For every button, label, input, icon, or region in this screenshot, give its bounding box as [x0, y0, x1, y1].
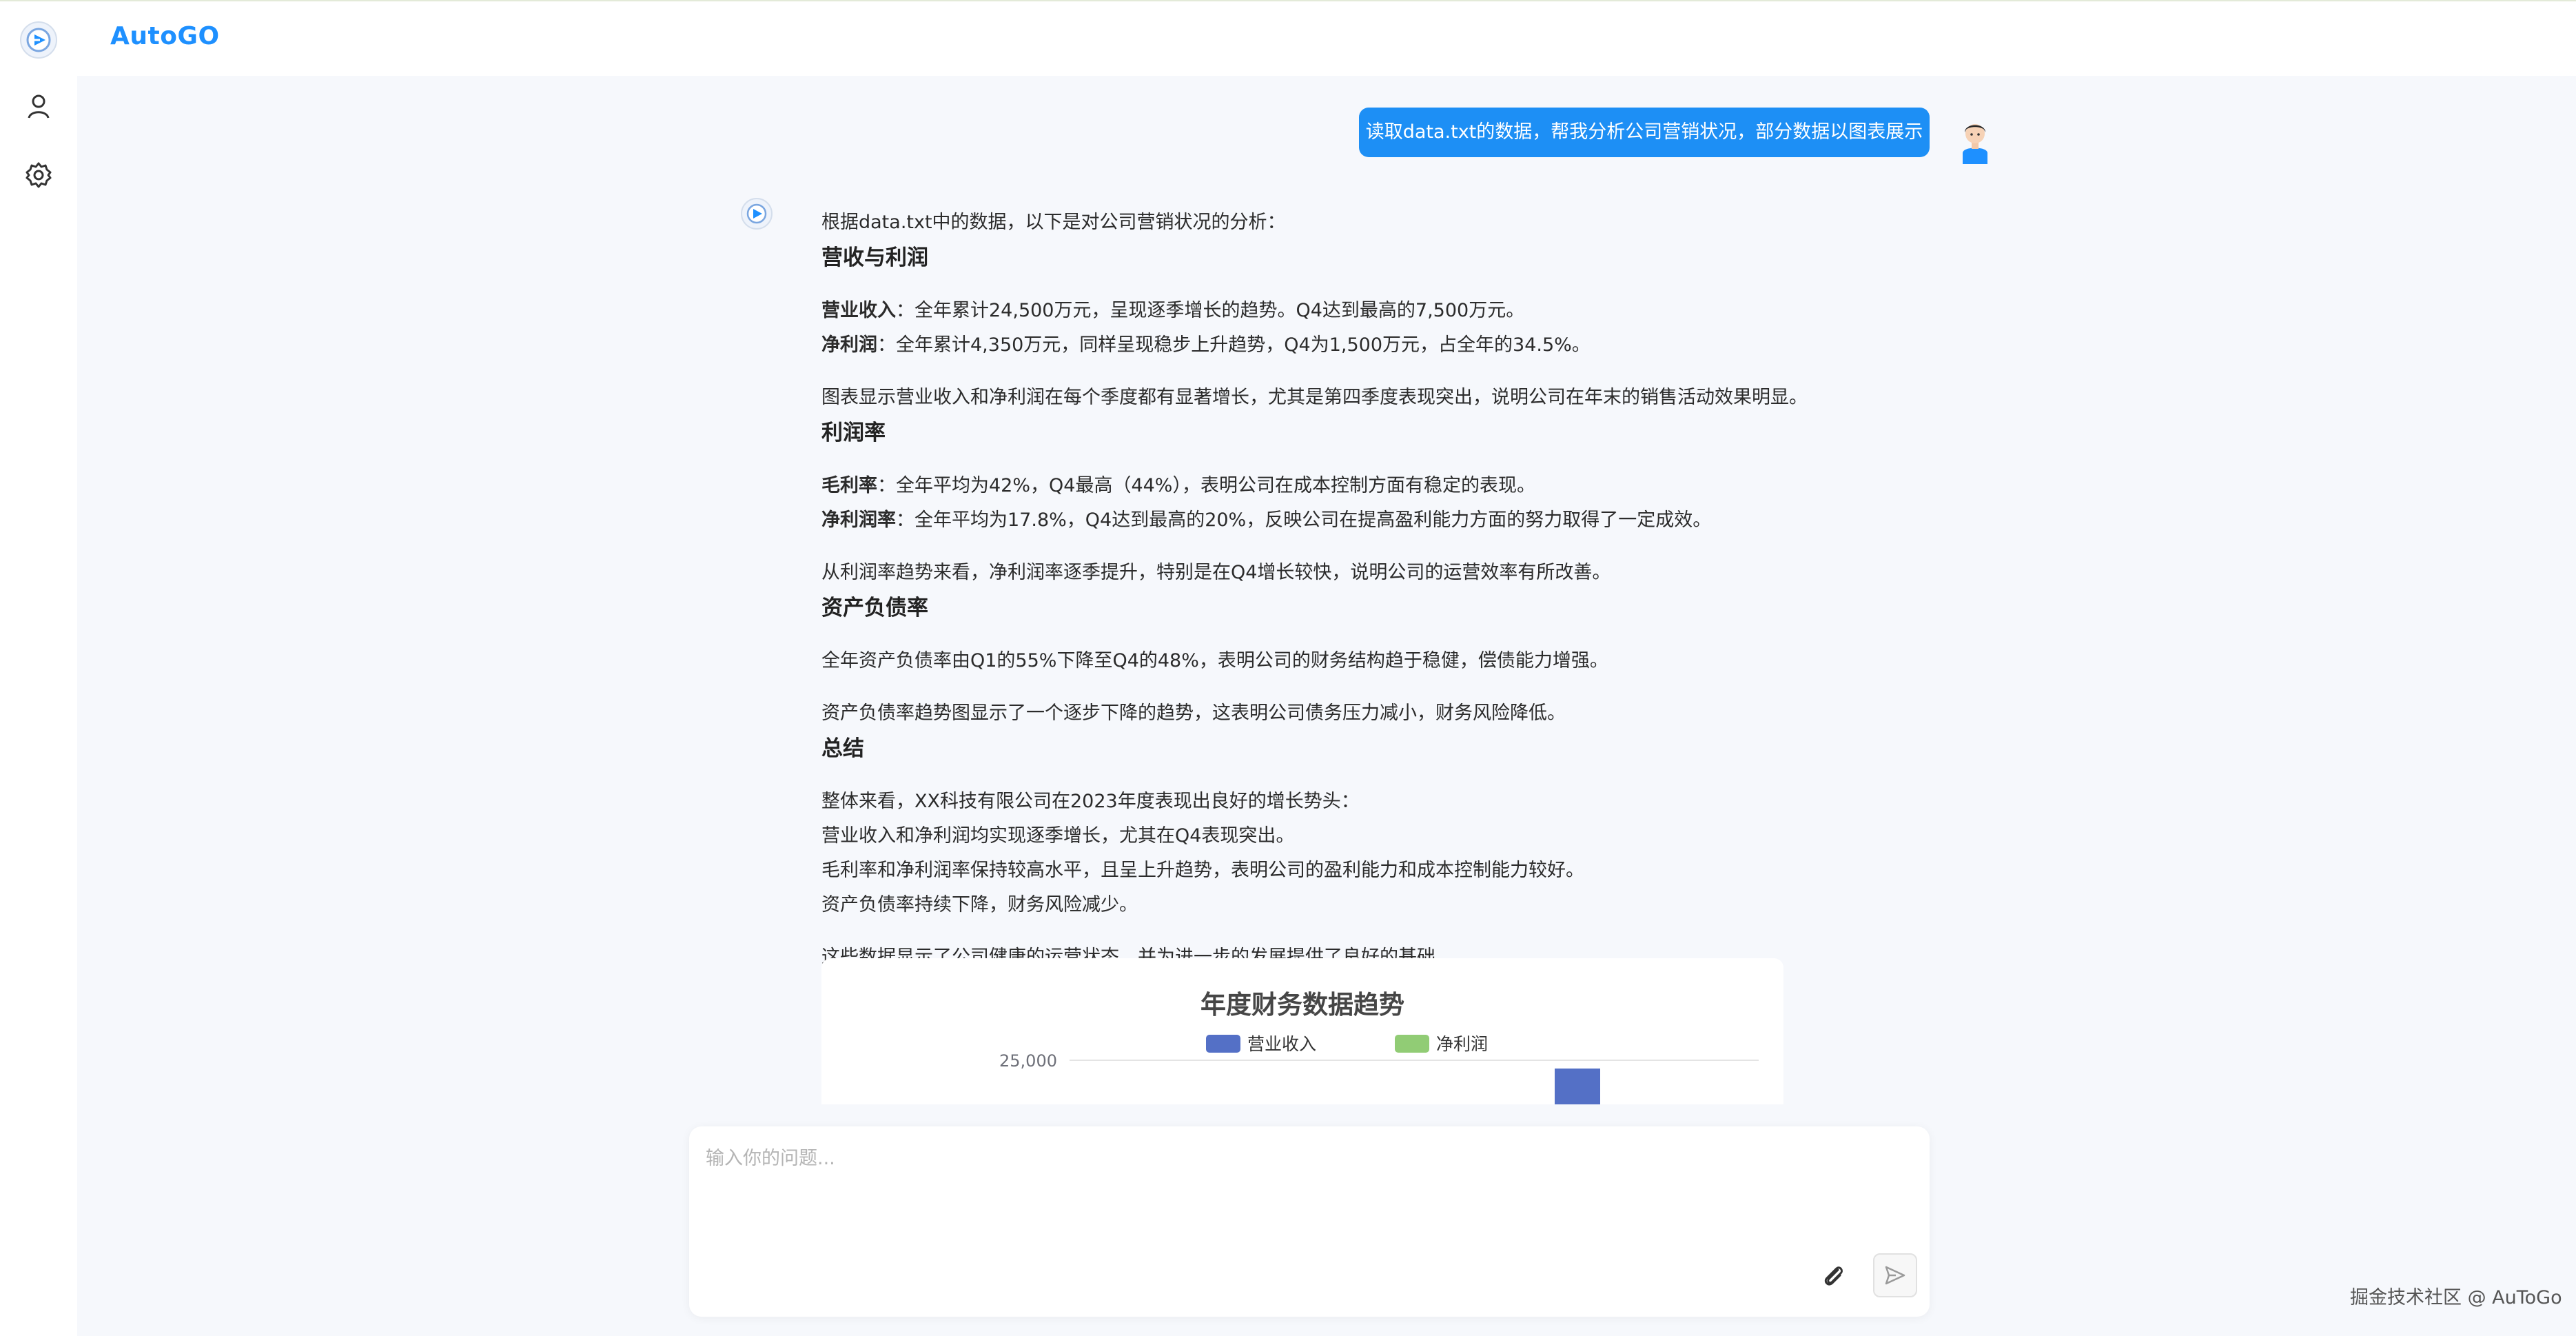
bar-revenue-q4: [1555, 1069, 1600, 1104]
vertical-scrollbar[interactable]: [2561, 76, 2576, 1336]
chart-card: 年度财务数据趋势 营业收入 净利润 25,000: [821, 958, 1783, 1104]
watermark-text: 掘金技术社区 @ AuToGo: [2350, 1287, 2562, 1308]
answer-line-label: 净利润率: [821, 509, 896, 531]
section-note: 从利润率趋势来看，净利润率逐季提升，特别是在Q4增长较快，说明公司的运营效率有所…: [821, 562, 1611, 583]
send-button[interactable]: [1873, 1253, 1917, 1297]
assistant-answer: 根据data.txt中的数据，以下是对公司营销状况的分析： 营收与利润 营业收入…: [821, 205, 1883, 975]
chat-area: 读取data.txt的数据，帮我分析公司营销状况，部分数据以图表展示 根据dat…: [77, 76, 2576, 1336]
user-avatar-icon: [1957, 114, 1993, 164]
answer-line-text: ：全年平均为17.8%，Q4达到最高的20%，反映公司在提高盈利能力方面的努力取…: [896, 509, 1712, 531]
section-note: 资产负债率趋势图显示了一个逐步下降的趋势，这表明公司债务压力减小，财务风险降低。: [821, 702, 1566, 724]
answer-line: 毛利率：全年平均为42%，Q4最高（44%），表明公司在成本控制方面有稳定的表现…: [821, 469, 1883, 503]
answer-line-label: 净利润: [821, 334, 877, 356]
section-heading: 营收与利润: [821, 245, 928, 270]
answer-line-text: ：全年累计4,350万元，同样呈现稳步上升趋势，Q4为1,500万元，占全年的3…: [877, 334, 1591, 356]
answer-line: 营业收入：全年累计24,500万元，呈现逐季增长的趋势。Q4达到最高的7,500…: [821, 294, 1883, 328]
chart-title: 年度财务数据趋势: [1200, 990, 1404, 1020]
answer-line: 全年资产负债率由Q1的55%下降至Q4的48%，表明公司的财务结构趋于稳健，偿债…: [821, 644, 1883, 678]
answer-line: 毛利率和净利润率保持较高水平，且呈上升趋势，表明公司的盈利能力和成本控制能力较好…: [821, 860, 1584, 881]
user-icon[interactable]: [25, 92, 52, 120]
assistant-avatar-icon: [740, 197, 773, 230]
answer-line: 整体来看，XX科技有限公司在2023年度表现出良好的增长势头：: [821, 791, 1360, 812]
answer-line-label: 营业收入: [821, 300, 896, 321]
section-heading: 利润率: [821, 421, 886, 445]
answer-line-text: 全年资产负债率由Q1的55%下降至Q4的48%，表明公司的财务结构趋于稳健，偿债…: [821, 650, 1608, 671]
answer-line: 营业收入和净利润均实现逐季增长，尤其在Q4表现突出。: [821, 825, 1295, 847]
user-message-bubble: 读取data.txt的数据，帮我分析公司营销状况，部分数据以图表展示: [1359, 108, 1930, 157]
section-heading: 资产负债率: [821, 596, 928, 620]
answer-line-label: 毛利率: [821, 475, 877, 496]
question-input[interactable]: [704, 1142, 1906, 1255]
app-header: AutoGO: [77, 1, 2576, 76]
answer-line-text: ：全年累计24,500万元，呈现逐季增长的趋势。Q4达到最高的7,500万元。: [896, 300, 1525, 321]
financial-trend-chart: 年度财务数据趋势 营业收入 净利润 25,000: [999, 990, 1759, 1104]
answer-line: 资产负债率持续下降，财务风险减少。: [821, 894, 1138, 915]
brand-title[interactable]: AutoGO: [110, 22, 220, 50]
legend-swatch-revenue: [1206, 1035, 1240, 1053]
section-note: 图表显示营业收入和净利润在每个季度都有显著增长，尤其是第四季度表现突出，说明公司…: [821, 387, 1808, 408]
paperclip-icon[interactable]: [1819, 1262, 1847, 1289]
section-heading: 总结: [821, 736, 864, 761]
chat-input-box: [689, 1126, 1930, 1317]
gear-icon[interactable]: [25, 161, 52, 189]
answer-line: 净利润：全年累计4,350万元，同样呈现稳步上升趋势，Q4为1,500万元，占全…: [821, 328, 1883, 363]
y-tick-label: 25,000: [999, 1051, 1057, 1071]
legend-label-profit: 净利润: [1436, 1034, 1488, 1054]
answer-intro: 根据data.txt中的数据，以下是对公司营销状况的分析：: [821, 212, 1286, 233]
answer-line: 净利润率：全年平均为17.8%，Q4达到最高的20%，反映公司在提高盈利能力方面…: [821, 503, 1883, 538]
answer-line-text: ：全年平均为42%，Q4最高（44%），表明公司在成本控制方面有稳定的表现。: [877, 475, 1535, 496]
sidebar: [0, 1, 77, 1336]
legend-swatch-profit: [1395, 1035, 1429, 1053]
legend-label-revenue: 营业收入: [1247, 1034, 1316, 1054]
logo-icon[interactable]: [19, 21, 58, 59]
send-icon: [1885, 1266, 1905, 1285]
